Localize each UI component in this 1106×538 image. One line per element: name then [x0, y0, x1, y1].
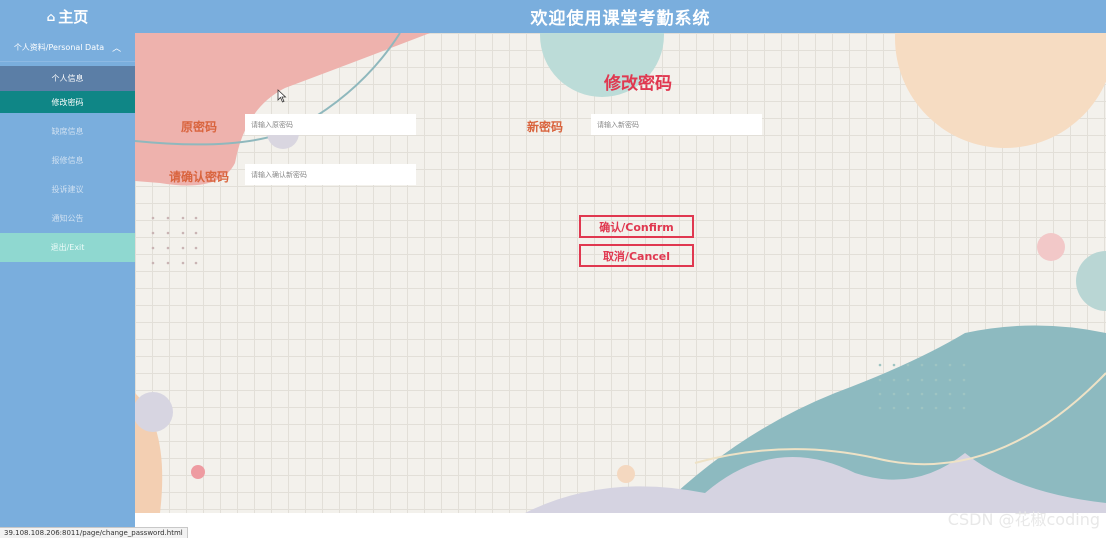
confirm-button[interactable]: 确认/Confirm [579, 215, 694, 238]
app-title: 欢迎使用课堂考勤系统 [530, 9, 711, 29]
home-link[interactable]: ⌂ 主页 [0, 0, 135, 33]
cancel-button[interactable]: 取消/Cancel [579, 244, 694, 267]
sidebar-group-label: 个人资料/Personal Data [13, 42, 105, 52]
home-label: 主页 [58, 8, 89, 26]
new-password-input[interactable] [591, 114, 762, 135]
sidebar-group-personal-data[interactable]: 个人资料/Personal Data ︿ [0, 33, 135, 62]
chevron-up-icon: ︿ [112, 43, 122, 54]
top-header: ⌂ 主页 欢迎使用课堂考勤系统 [0, 0, 1106, 33]
confirm-password-label: 请确认密码 [169, 170, 230, 184]
sidebar-item-personal-info[interactable]: 个人信息 [0, 66, 135, 91]
new-password-label: 新密码 [527, 120, 564, 134]
sidebar-item-change-password[interactable]: 修改密码 [0, 91, 135, 113]
old-password-input[interactable] [245, 114, 416, 135]
sidebar-item-notices[interactable]: 通知公告 [0, 204, 135, 233]
sidebar: 个人资料/Personal Data ︿ 个人信息 修改密码 缺席信息 报修信息… [0, 33, 135, 537]
sidebar-item-exit[interactable]: 退出/Exit [0, 233, 135, 262]
old-password-label: 原密码 [181, 120, 218, 134]
home-icon: ⌂ [46, 9, 56, 24]
watermark: CSDN @花椒coding [947, 510, 1100, 529]
sidebar-item-absence[interactable]: 缺席信息 [0, 117, 135, 146]
background-decoration [135, 33, 1106, 513]
page-title: 修改密码 [604, 74, 672, 94]
mouse-cursor-icon [277, 89, 287, 103]
sidebar-item-repair[interactable]: 报修信息 [0, 146, 135, 175]
sidebar-item-complaints[interactable]: 投诉建议 [0, 175, 135, 204]
status-url: 39.108.108.206:8011/page/change_password… [0, 527, 188, 538]
main-content: 修改密码 原密码 新密码 请确认密码 确认/Confirm 取消/Cancel [135, 33, 1106, 513]
confirm-password-input[interactable] [245, 164, 416, 185]
